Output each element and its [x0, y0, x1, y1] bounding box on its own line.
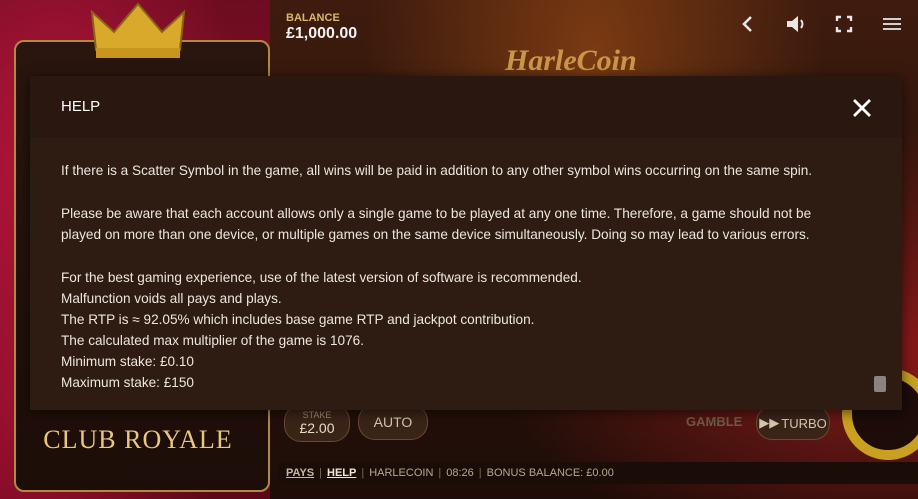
hamburger-menu-icon[interactable]: [881, 14, 903, 34]
single-game-line-1: Please be aware that each account allows…: [61, 206, 812, 221]
fullscreen-icon[interactable]: [835, 14, 853, 34]
stake-label: STAKE: [302, 409, 332, 420]
scrollbar-thumb[interactable]: [874, 376, 886, 392]
balance-value: £1,000.00: [286, 25, 358, 42]
help-dialog: HELP If there is a Scatter Symbol in the…: [30, 76, 902, 410]
crown-icon: [90, 2, 186, 58]
stake-value: £2.00: [299, 419, 335, 436]
balance-label: BALANCE: [286, 12, 340, 24]
separator: |: [361, 467, 365, 479]
single-game-line-2: played on more than one device, or multi…: [61, 227, 810, 242]
game-name: HARLECOIN: [369, 467, 434, 479]
game-logo: HarleCoin: [505, 44, 637, 77]
speaker-icon[interactable]: [785, 14, 807, 34]
turbo-button[interactable]: ▶▶ TURBO: [756, 406, 830, 440]
maximum-stake-line: Maximum stake: £150: [61, 375, 194, 390]
max-multiplier-line: The calculated max multiplier of the gam…: [61, 333, 364, 348]
clock-time: 08:26: [446, 467, 474, 479]
separator: |: [319, 467, 322, 479]
turbo-label: TURBO: [781, 415, 827, 431]
help-link[interactable]: HELP: [327, 467, 356, 479]
close-icon[interactable]: [850, 96, 874, 120]
help-dialog-body: If there is a Scatter Symbol in the game…: [61, 160, 881, 393]
auto-label: AUTO: [373, 414, 413, 430]
help-dialog-title: HELP: [61, 98, 101, 115]
malfunction-line: Malfunction voids all pays and plays.: [61, 291, 282, 306]
scatter-paragraph: If there is a Scatter Symbol in the game…: [61, 163, 813, 178]
pays-link[interactable]: PAYS: [286, 467, 314, 479]
club-royale-label: CLUB ROYALE: [43, 425, 233, 454]
minimum-stake-line: Minimum stake: £0.10: [61, 354, 194, 369]
footer-bar: PAYS | HELP | HARLECOIN | 08:26 | BONUS …: [278, 462, 918, 484]
help-dialog-header: HELP: [30, 76, 902, 138]
separator: |: [478, 467, 482, 479]
software-line: For the best gaming experience, use of t…: [61, 270, 582, 285]
gamble-button[interactable]: GAMBLE: [686, 414, 742, 429]
separator: |: [438, 467, 442, 479]
chevron-left-icon[interactable]: [740, 14, 754, 34]
rtp-line: The RTP is ≈ 92.05% which includes base …: [61, 312, 535, 327]
fast-forward-icon: ▶▶: [759, 415, 780, 430]
bonus-balance: BONUS BALANCE: £0.00: [486, 467, 614, 479]
